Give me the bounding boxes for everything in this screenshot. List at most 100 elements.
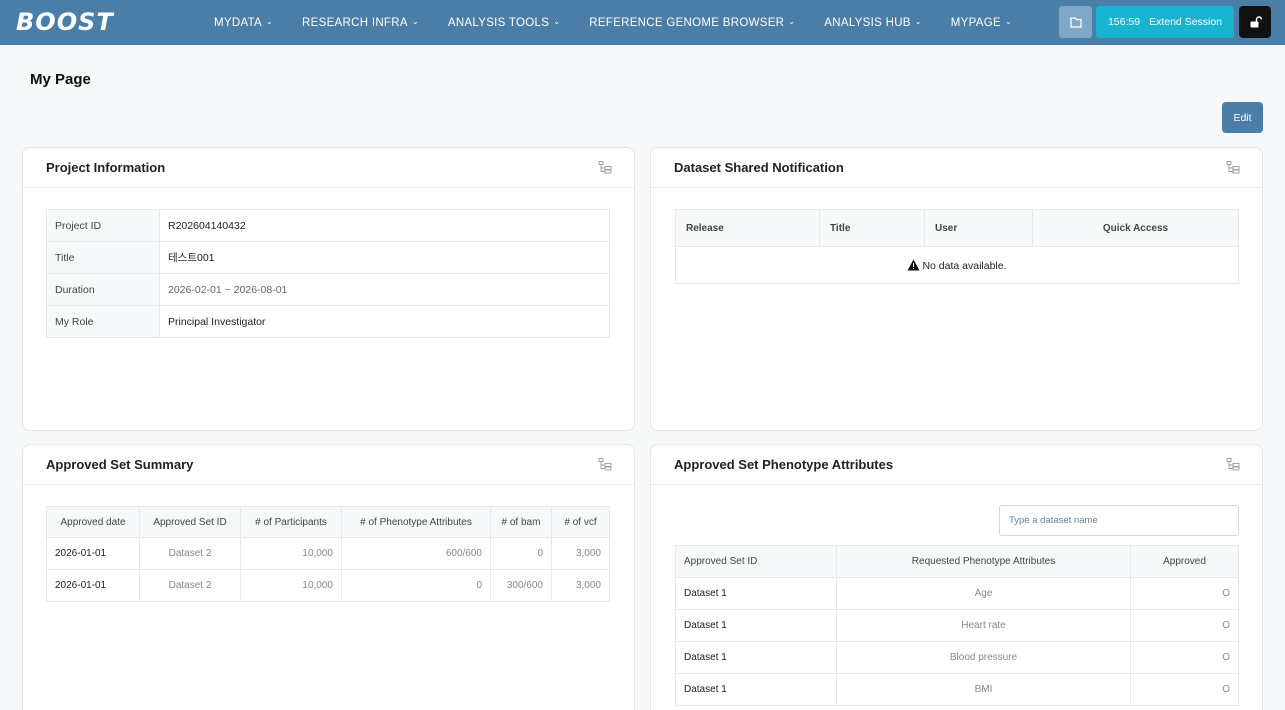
nav-item-label: ANALYSIS HUB [824,16,911,29]
boost-logo[interactable]: BOOST [16,8,114,36]
nav-item-analysis-tools[interactable]: ANALYSIS TOOLS ⌄ [448,0,560,45]
table-header-row: Release Title User Quick Access [675,209,1239,247]
table-cell: Dataset 2 [139,537,241,570]
table-cell: Dataset 1 [675,673,837,706]
warning-icon [907,259,920,270]
table-cell: 2026-01-01 [46,569,140,602]
nav-item-label: MYDATA [214,16,263,29]
nav-item-research-infra[interactable]: RESEARCH INFRA ⌄ [302,0,419,45]
card-title: Project Information [46,160,166,175]
row-key: My Role [46,305,160,338]
table-cell: Dataset 1 [675,641,837,674]
table-cell: Dataset 1 [675,577,837,610]
project-info-table: Project ID R202604140432 Title 테스트001 Dura… [46,209,610,338]
column-header[interactable]: Quick Access [1032,209,1239,247]
hierarchy-icon[interactable] [598,160,612,174]
table-header-row: Approved Set ID Requested Phenotype Attr… [675,545,1239,578]
row-key: Duration [46,273,160,306]
table-cell: 600/600 [341,537,491,570]
table-cell: O [1130,609,1239,642]
column-header[interactable]: Approved [1130,545,1239,578]
dataset-shared-notification-card: Dataset Shared Notification Release Titl… [650,147,1263,431]
approved-set-summary-card: Approved Set Summary Approved date Appro… [22,444,635,710]
column-header[interactable]: # of Phenotype Attributes [341,506,491,538]
table-row: Title 테스트001 [46,241,610,274]
nav-item-analysis-hub[interactable]: ANALYSIS HUB ⌄ [824,0,922,45]
table-row: Dataset 1 BMI O [675,673,1239,706]
table-cell: 3,000 [551,537,610,570]
folder-button[interactable] [1059,6,1092,38]
table-row: Dataset 1 Age O [675,577,1239,610]
column-header[interactable]: # of vcf [551,506,610,538]
table-cell: Dataset 2 [139,569,241,602]
column-header[interactable]: # of bam [490,506,552,538]
column-header[interactable]: Approved Set ID [139,506,241,538]
nav-item-mydata[interactable]: MYDATA ⌄ [214,0,273,45]
row-value: 2026-02-01 ~ 2026-08-01 [159,273,610,306]
top-navbar: BOOST MYDATA ⌄ RESEARCH INFRA ⌄ ANALYSIS T… [0,0,1285,45]
card-header: Project Information [23,148,634,188]
page-title: My Page [30,71,91,88]
table-row: Project ID R202604140432 [46,209,610,242]
table-row: Dataset 1 Blood pressure O [675,641,1239,674]
unlock-icon [1250,16,1262,28]
table-cell: 300/600 [490,569,552,602]
table-row: My Role Principal Investigator [46,305,610,338]
chevron-down-icon: ⌄ [788,17,796,26]
card-title: Approved Set Summary [46,457,194,472]
logo-text: BOOST [16,8,114,36]
column-header[interactable]: Approved date [46,506,140,538]
card-header: Dataset Shared Notification [651,148,1262,188]
chevron-down-icon: ⌄ [1004,17,1012,26]
edit-button[interactable]: Edit [1222,102,1263,133]
row-value: 테스트001 [159,241,610,274]
column-header[interactable]: User [924,209,1033,247]
hierarchy-icon[interactable] [1226,457,1240,471]
column-header[interactable]: Requested Phenotype Attributes [836,545,1131,578]
row-key: Title [46,241,160,274]
table-cell: Age [836,577,1131,610]
chevron-down-icon: ⌄ [914,17,922,26]
nav-item-reference-genome-browser[interactable]: REFERENCE GENOME BROWSER ⌄ [589,0,795,45]
session-timer: 156:59 [1107,16,1141,28]
column-header[interactable]: Release [675,209,820,247]
chevron-down-icon: ⌄ [553,17,561,26]
table-header-row: Approved date Approved Set ID # of Parti… [46,506,610,538]
table-cell: O [1130,641,1239,674]
row-value: R202604140432 [159,209,610,242]
nav-item-mypage[interactable]: MYPAGE ⌄ [951,0,1012,45]
empty-text: No data available. [922,259,1007,272]
nav-menu: MYDATA ⌄ RESEARCH INFRA ⌄ ANALYSIS TOOLS ⌄ … [214,0,1041,45]
chevron-down-icon: ⌄ [266,17,274,26]
table-cell: 2026-01-01 [46,537,140,570]
empty-message: No data available. [675,246,1239,284]
row-key: Project ID [46,209,160,242]
nav-item-label: ANALYSIS TOOLS [447,16,550,29]
table-cell: BMI [836,673,1131,706]
table-cell: 10,000 [240,537,342,570]
table-cell: 0 [341,569,491,602]
dataset-search-input[interactable] [999,505,1239,536]
extend-session-button[interactable]: 156:59 Extend Session [1096,6,1234,38]
logout-button[interactable] [1239,6,1271,38]
table-cell: Blood pressure [836,641,1131,674]
table-cell: 0 [490,537,552,570]
approved-set-phenotype-attributes-card: Approved Set Phenotype Attributes Approv… [650,444,1263,710]
table-cell: 3,000 [551,569,610,602]
nav-item-label: RESEARCH INFRA [302,16,408,29]
column-header[interactable]: Title [819,209,925,247]
hierarchy-icon[interactable] [598,457,612,471]
column-header[interactable]: # of Participants [240,506,342,538]
table-row: Dataset 1 Heart rate O [675,609,1239,642]
phenotype-attributes-table: Approved Set ID Requested Phenotype Attr… [675,545,1239,706]
nav-item-label: REFERENCE GENOME BROWSER [589,16,785,29]
extend-session-label: Extend Session [1149,16,1223,28]
project-information-card: Project Information Project ID R202604140… [22,147,635,431]
table-row: 2026-01-01 Dataset 2 10,000 0 300/600 3,… [46,569,610,602]
hierarchy-icon[interactable] [1226,160,1240,174]
notification-table: Release Title User Quick Access No data … [675,209,1239,284]
table-cell: O [1130,673,1239,706]
column-header[interactable]: Approved Set ID [675,545,837,578]
card-title: Dataset Shared Notification [674,160,844,175]
table-cell: 10,000 [240,569,342,602]
